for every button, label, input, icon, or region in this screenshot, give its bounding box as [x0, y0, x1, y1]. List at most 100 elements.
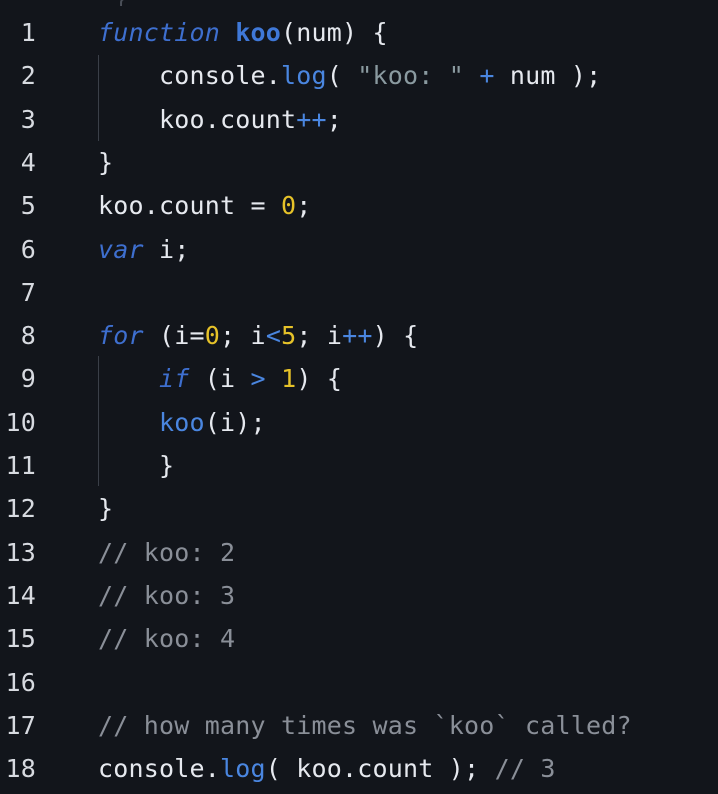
code-token: koo	[235, 18, 282, 47]
code-token: ; i	[220, 321, 266, 351]
line-code[interactable]: // how many times was `koo` called?	[98, 711, 632, 740]
code-token: (i);	[204, 407, 266, 437]
code-token: for	[98, 321, 144, 351]
code-token: ++	[342, 321, 373, 351]
line-code[interactable]: console.log( koo.count ); // 3	[98, 754, 556, 783]
line-code[interactable]: koo(i);	[98, 408, 266, 437]
code-line[interactable]: 5 koo.count = 0;	[0, 184, 718, 227]
code-token: }	[98, 451, 175, 480]
code-token: +	[479, 61, 495, 91]
line-number: 4	[20, 147, 36, 177]
line-code[interactable]: }	[98, 451, 174, 480]
code-token: console.	[98, 61, 282, 91]
code-token: var	[98, 234, 144, 264]
code-token: ) {	[296, 364, 343, 394]
code-token: function	[98, 18, 221, 47]
line-code[interactable]: }	[98, 148, 113, 177]
code-token: (i	[189, 364, 251, 394]
code-token: ;	[326, 104, 343, 134]
line-code[interactable]: }	[98, 494, 113, 523]
code-token: if	[159, 364, 190, 394]
code-editor[interactable]: _ } 1 function koo(num) { 2 console.log( "…	[0, 0, 718, 794]
line-number: 5	[20, 191, 36, 221]
code-line[interactable]: 11 }	[0, 444, 718, 487]
code-line[interactable]: 6 var i;	[0, 228, 718, 271]
code-line[interactable]: 16	[0, 661, 718, 704]
line-number: 10	[5, 407, 36, 437]
code-line[interactable]: 3 koo.count++;	[0, 98, 718, 141]
line-number: 14	[5, 580, 36, 610]
code-token: 0	[281, 191, 297, 221]
line-number: 3	[20, 104, 36, 134]
line-code[interactable]: console.log( "koo: " + num );	[98, 61, 601, 90]
code-token: (	[326, 61, 358, 91]
indent-guide-function-body	[98, 55, 99, 141]
code-line[interactable]: 18 console.log( koo.count ); // 3	[0, 747, 718, 790]
code-token: ;	[296, 191, 312, 221]
code-token: // how many times was `koo` called?	[98, 710, 632, 740]
line-code[interactable]: var i;	[98, 235, 190, 264]
code-token: 5	[281, 321, 297, 351]
line-number: 11	[5, 451, 36, 480]
code-line[interactable]: 15 // koo: 4	[0, 617, 718, 660]
code-token: 1	[281, 364, 297, 394]
code-token: ++	[296, 104, 327, 134]
code-line[interactable]: 12}	[0, 487, 718, 530]
code-line[interactable]: 13 // koo: 2	[0, 531, 718, 574]
code-token: }	[98, 147, 114, 177]
code-line[interactable]: 2 console.log( "koo: " + num );	[0, 54, 718, 97]
line-number: 1	[20, 18, 36, 47]
previous-line-fragment: _ }	[88, 0, 148, 6]
code-token: }	[98, 494, 114, 524]
line-code[interactable]: function koo(num) {	[98, 18, 388, 47]
line-code[interactable]: koo.count++;	[98, 105, 342, 134]
code-token: log	[281, 61, 327, 91]
code-token: koo.count	[98, 104, 297, 134]
line-code[interactable]: koo.count = 0;	[98, 191, 312, 220]
code-token: ; i	[296, 321, 343, 351]
code-token: // koo: 3	[98, 580, 236, 610]
line-number: 6	[20, 234, 36, 264]
code-line[interactable]: 7	[0, 271, 718, 314]
line-number: 2	[20, 61, 36, 91]
line-number: 8	[20, 321, 36, 351]
code-token: koo.count =	[98, 191, 282, 221]
code-token: 0	[204, 321, 221, 351]
line-number: 13	[5, 537, 36, 567]
line-code[interactable]: if (i > 1) {	[98, 364, 342, 393]
line-number: 9	[20, 364, 36, 394]
code-line[interactable]: 17 // how many times was `koo` called?	[0, 704, 718, 747]
code-token: (i=	[143, 321, 205, 351]
code-line[interactable]: 9 if (i > 1) {	[0, 357, 718, 400]
code-token: console.	[98, 754, 221, 784]
code-token: // 3	[494, 754, 556, 784]
code-token: ( koo.count );	[265, 754, 495, 784]
code-token: >	[250, 364, 266, 394]
code-token: (num) {	[281, 18, 388, 47]
line-number: 12	[5, 494, 36, 524]
code-token: num );	[494, 61, 602, 91]
line-code[interactable]: for (i=0; i<5; i++) {	[98, 321, 418, 350]
line-code[interactable]: // koo: 3	[98, 581, 235, 610]
code-token: ) {	[372, 321, 419, 351]
line-number: 15	[5, 624, 36, 654]
code-line[interactable]: 8 for (i=0; i<5; i++) {	[0, 314, 718, 357]
line-code[interactable]: // koo: 4	[98, 624, 235, 653]
indent-guide-for-body	[98, 356, 99, 486]
code-line[interactable]: 10 koo(i);	[0, 401, 718, 444]
code-token: // koo: 4	[98, 624, 236, 654]
line-number: 7	[20, 277, 36, 307]
code-token: <	[265, 321, 282, 351]
line-number: 18	[5, 754, 36, 784]
line-number: 17	[5, 710, 36, 740]
code-line[interactable]: 14 // koo: 3	[0, 574, 718, 617]
line-code[interactable]: // koo: 2	[98, 538, 235, 567]
line-number: 16	[5, 667, 36, 697]
code-line[interactable]: 1 function koo(num) {	[0, 11, 718, 54]
code-line[interactable]: 4}	[0, 141, 718, 184]
